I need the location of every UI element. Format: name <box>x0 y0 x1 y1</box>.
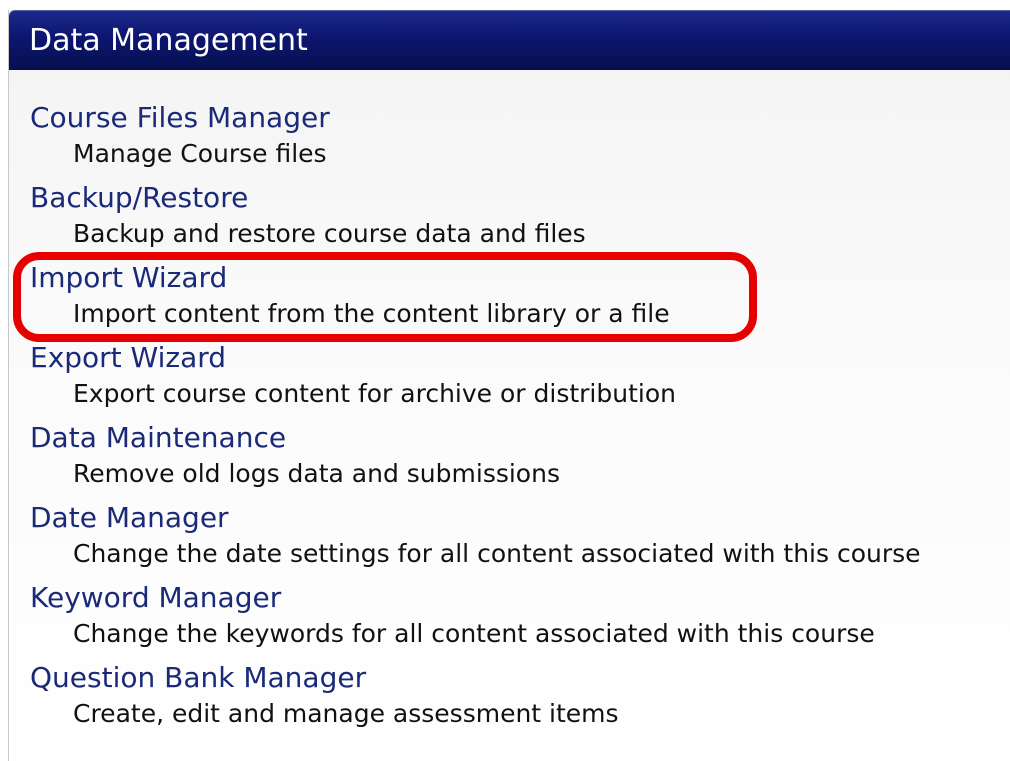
list-item-backup-restore: Backup/Restore Backup and restore course… <box>30 180 1000 260</box>
list-item-import-wizard: Import Wizard Import content from the co… <box>30 260 1000 340</box>
course-files-manager-link[interactable]: Course Files Manager <box>30 100 330 136</box>
date-manager-description: Change the date settings for all content… <box>73 539 921 568</box>
panel-title: Data Management <box>29 23 308 58</box>
course-files-manager-description: Manage Course files <box>73 139 327 168</box>
import-wizard-description: Import content from the content library … <box>73 299 670 328</box>
keyword-manager-description: Change the keywords for all content asso… <box>73 619 875 648</box>
date-manager-link[interactable]: Date Manager <box>30 500 229 536</box>
backup-restore-link[interactable]: Backup/Restore <box>30 180 248 216</box>
list-item-keyword-manager: Keyword Manager Change the keywords for … <box>30 580 1000 660</box>
question-bank-manager-link[interactable]: Question Bank Manager <box>30 660 366 696</box>
export-wizard-link[interactable]: Export Wizard <box>30 340 226 376</box>
keyword-manager-link[interactable]: Keyword Manager <box>30 580 281 616</box>
list-item-export-wizard: Export Wizard Export course content for … <box>30 340 1000 420</box>
panel-header: Data Management <box>9 10 1010 70</box>
backup-restore-description: Backup and restore course data and files <box>73 219 586 248</box>
question-bank-manager-description: Create, edit and manage assessment items <box>73 699 619 728</box>
data-maintenance-description: Remove old logs data and submissions <box>73 459 560 488</box>
data-maintenance-link[interactable]: Data Maintenance <box>30 420 286 456</box>
list-item-data-maintenance: Data Maintenance Remove old logs data an… <box>30 420 1000 500</box>
export-wizard-description: Export course content for archive or dis… <box>73 379 676 408</box>
list-item-question-bank-manager: Question Bank Manager Create, edit and m… <box>30 660 1000 740</box>
list-item-date-manager: Date Manager Change the date settings fo… <box>30 500 1000 580</box>
list-item-course-files-manager: Course Files Manager Manage Course files <box>30 100 1000 180</box>
import-wizard-link[interactable]: Import Wizard <box>30 260 227 296</box>
